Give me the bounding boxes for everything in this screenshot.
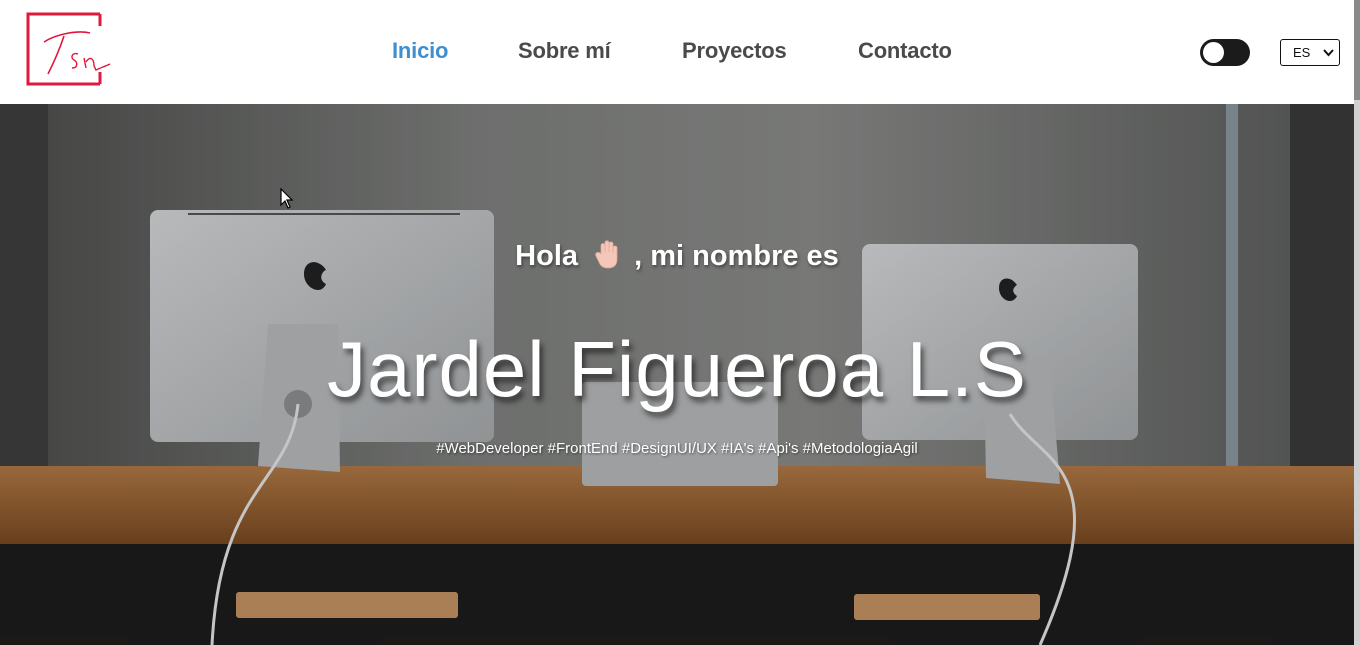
mouse-cursor-icon [280,188,294,209]
theme-toggle[interactable] [1200,39,1250,66]
nav-inicio[interactable]: Inicio [392,38,448,64]
chevron-down-icon [1323,49,1334,57]
greeting-before: Hola [515,240,579,272]
language-select[interactable]: ES [1280,39,1340,66]
hero-greeting: Hola , mi nombre es [0,240,1354,278]
toggle-knob [1203,42,1224,63]
language-value: ES [1293,45,1311,60]
nav-contacto[interactable]: Contacto [858,38,952,64]
hero-section: Hola , mi nombre es Jardel Figueroa L.S … [0,104,1354,645]
raised-hand-icon [594,240,622,278]
nav-sobre-mi[interactable]: Sobre mí [518,38,611,64]
top-navbar: Inicio Sobre mí Proyectos Contacto ES [0,0,1354,104]
scrollbar-thumb[interactable] [1354,0,1360,100]
greeting-after: , mi nombre es [634,240,839,272]
hero-tagline: #WebDeveloper #FrontEnd #DesignUI/UX #IA… [436,440,918,457]
main-nav: Inicio Sobre mí Proyectos Contacto [0,38,1354,70]
hero-name: Jardel Figueroa L.S [327,325,1027,413]
nav-proyectos[interactable]: Proyectos [682,38,787,64]
